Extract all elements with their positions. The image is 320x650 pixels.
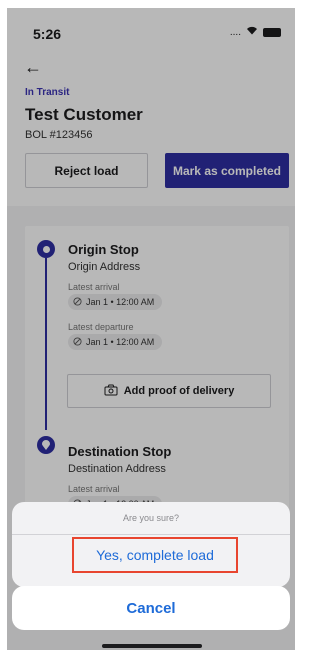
cancel-button[interactable]: Cancel xyxy=(12,586,290,630)
home-indicator xyxy=(102,644,202,648)
app-screen: 5:26 .... ← In Transit Test Customer BOL… xyxy=(7,8,295,650)
action-sheet-message: Are you sure? xyxy=(12,502,290,535)
confirm-complete-button[interactable]: Yes, complete load xyxy=(72,537,238,573)
action-sheet: Are you sure? Yes, complete load xyxy=(12,502,290,587)
